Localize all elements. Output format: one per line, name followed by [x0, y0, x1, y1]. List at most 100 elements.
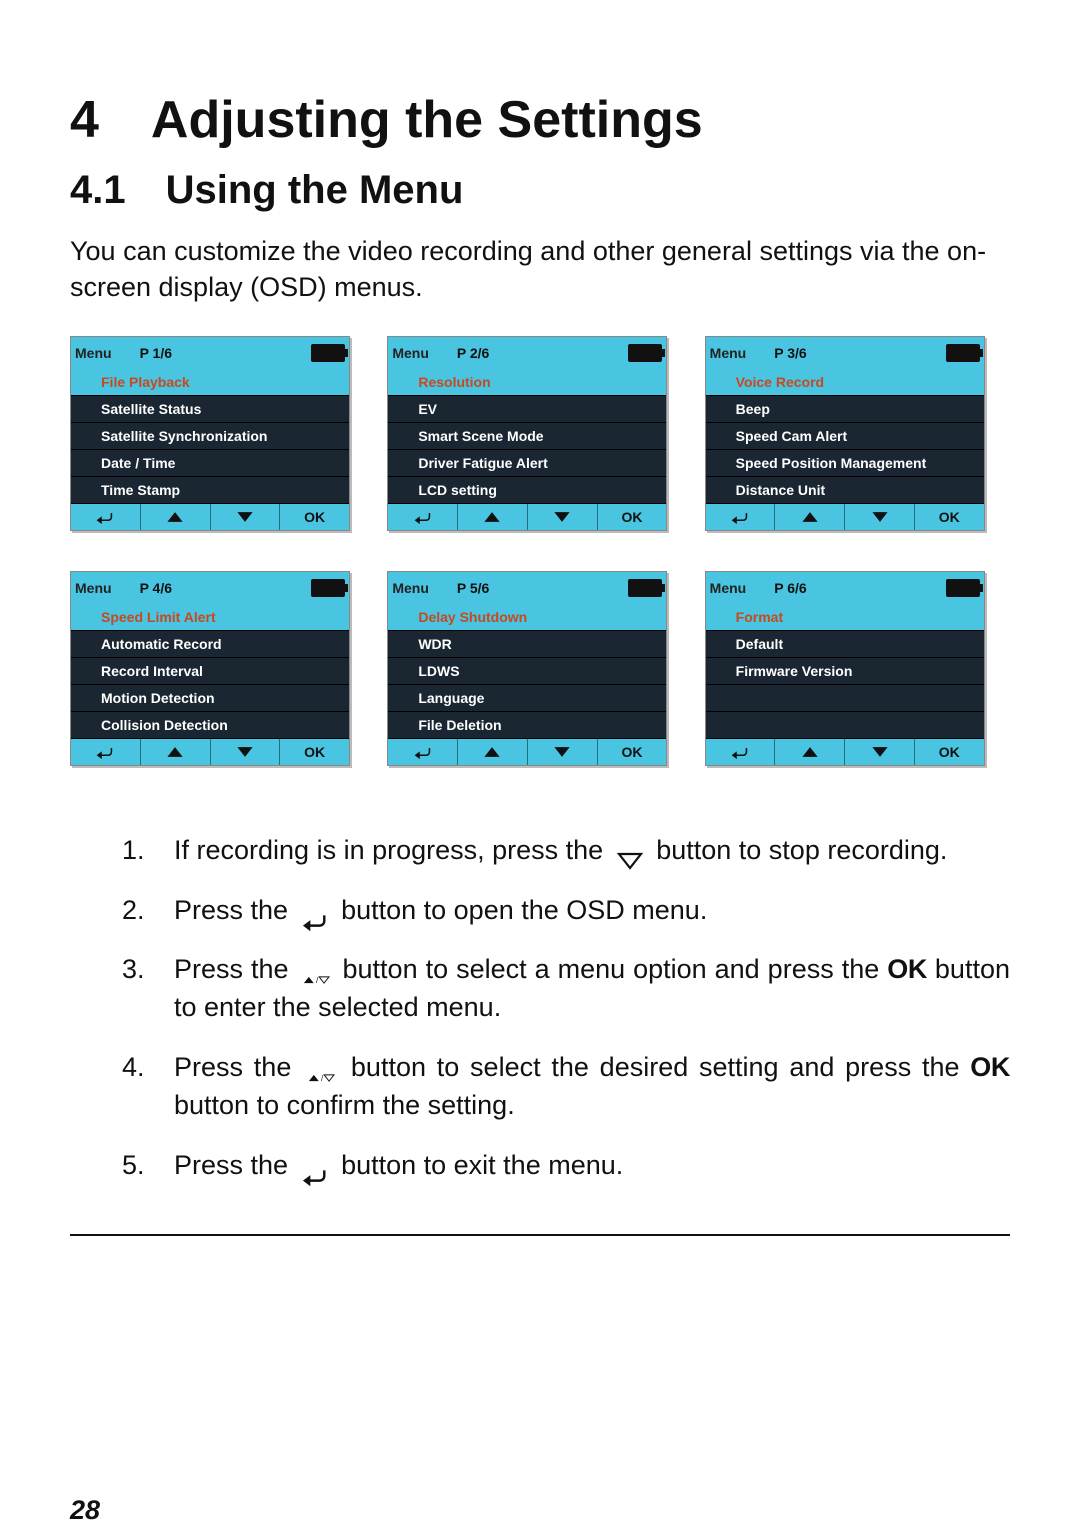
step-text: button to confirm the setting. — [174, 1090, 515, 1120]
menu-item-list: Voice RecordBeepSpeed Cam AlertSpeed Pos… — [706, 369, 984, 504]
menu-title-bar: MenuP 3/6 — [706, 337, 984, 369]
up-button[interactable] — [140, 739, 210, 765]
menu-item[interactable]: Date / Time — [71, 450, 349, 477]
battery-icon — [946, 344, 980, 362]
step-text: button to exit the menu. — [341, 1150, 623, 1180]
down-button[interactable] — [844, 504, 914, 530]
back-button[interactable] — [388, 504, 457, 530]
menu-item[interactable]: Satellite Status — [71, 396, 349, 423]
menu-item[interactable]: File Playback — [71, 369, 349, 396]
return-arrow-icon — [302, 903, 328, 921]
down-button[interactable] — [844, 739, 914, 765]
back-button[interactable] — [706, 504, 775, 530]
menu-item[interactable]: WDR — [388, 631, 666, 658]
menu-item-list: File PlaybackSatellite StatusSatellite S… — [71, 369, 349, 504]
menu-page-indicator: P 6/6 — [774, 580, 806, 596]
menu-item[interactable]: Distance Unit — [706, 477, 984, 504]
menu-title-label: Menu — [392, 580, 429, 596]
menu-item[interactable]: Motion Detection — [71, 685, 349, 712]
ok-button[interactable]: OK — [279, 504, 349, 530]
menu-item-list: Speed Limit AlertAutomatic RecordRecord … — [71, 604, 349, 739]
menu-item-list: FormatDefaultFirmware Version — [706, 604, 984, 739]
back-button[interactable] — [71, 739, 140, 765]
osd-menu-grid: MenuP 1/6File PlaybackSatellite StatusSa… — [70, 336, 1010, 766]
menu-title-bar: MenuP 5/6 — [388, 572, 666, 604]
ok-button[interactable]: OK — [914, 739, 984, 765]
menu-item[interactable]: File Deletion — [388, 712, 666, 739]
ok-button[interactable]: OK — [597, 504, 667, 530]
step-1: If recording is in progress, press the b… — [152, 832, 1010, 870]
step-text: button to select a menu option and press… — [343, 954, 888, 984]
menu-item[interactable] — [706, 685, 984, 712]
menu-footer-bar: OK — [706, 504, 984, 530]
osd-menu-screen: MenuP 3/6Voice RecordBeepSpeed Cam Alert… — [705, 336, 985, 531]
menu-item[interactable]: Delay Shutdown — [388, 604, 666, 631]
osd-menu-screen: MenuP 2/6ResolutionEVSmart Scene ModeDri… — [387, 336, 667, 531]
menu-item[interactable]: EV — [388, 396, 666, 423]
menu-item[interactable]: Speed Limit Alert — [71, 604, 349, 631]
up-button[interactable] — [140, 504, 210, 530]
step-4: Press the / button to select the desired… — [152, 1049, 1010, 1125]
step-text: button to open the OSD menu. — [341, 895, 707, 925]
menu-page-indicator: P 1/6 — [140, 345, 172, 361]
battery-icon — [628, 344, 662, 362]
instruction-list: If recording is in progress, press the b… — [70, 832, 1010, 1207]
back-button[interactable] — [388, 739, 457, 765]
ok-label: OK — [887, 954, 927, 984]
menu-item[interactable]: Firmware Version — [706, 658, 984, 685]
menu-item[interactable]: Speed Cam Alert — [706, 423, 984, 450]
step-text: Press the — [174, 1052, 302, 1082]
menu-item[interactable]: Time Stamp — [71, 477, 349, 504]
menu-item[interactable]: LDWS — [388, 658, 666, 685]
menu-footer-bar: OK — [71, 739, 349, 765]
osd-menu-screen: MenuP 1/6File PlaybackSatellite StatusSa… — [70, 336, 350, 531]
menu-item[interactable]: Record Interval — [71, 658, 349, 685]
menu-item[interactable] — [706, 712, 984, 739]
menu-title-bar: Menu P 6/6 — [706, 572, 984, 604]
menu-item[interactable]: Driver Fatigue Alert — [388, 450, 666, 477]
menu-item[interactable]: Speed Position Management — [706, 450, 984, 477]
menu-item[interactable]: Resolution — [388, 369, 666, 396]
up-button[interactable] — [774, 739, 844, 765]
step-text: If recording is in progress, press the — [174, 835, 611, 865]
svg-text:/: / — [316, 976, 319, 985]
ok-button[interactable]: OK — [597, 739, 667, 765]
down-button[interactable] — [210, 504, 280, 530]
battery-icon — [311, 344, 345, 362]
menu-item[interactable]: LCD setting — [388, 477, 666, 504]
menu-item[interactable]: Smart Scene Mode — [388, 423, 666, 450]
menu-item[interactable]: Automatic Record — [71, 631, 349, 658]
menu-title-label: Menu — [75, 580, 112, 596]
down-button[interactable] — [527, 504, 597, 530]
osd-menu-screen: MenuP 5/6Delay ShutdownWDRLDWSLanguageFi… — [387, 571, 667, 766]
menu-footer-bar: OK — [388, 504, 666, 530]
down-button[interactable] — [210, 739, 280, 765]
down-button[interactable] — [527, 739, 597, 765]
menu-item[interactable]: Collision Detection — [71, 712, 349, 739]
up-button[interactable] — [457, 739, 527, 765]
menu-item[interactable]: Format — [706, 604, 984, 631]
up-button[interactable] — [774, 504, 844, 530]
menu-title-label: Menu — [710, 345, 747, 361]
back-button[interactable] — [706, 739, 775, 765]
ok-button[interactable]: OK — [279, 739, 349, 765]
menu-item[interactable]: Satellite Synchronization — [71, 423, 349, 450]
menu-item[interactable]: Language — [388, 685, 666, 712]
step-text: Press the — [174, 895, 296, 925]
up-down-triangle-icon: / — [308, 1060, 334, 1078]
menu-title-label: Menu — [710, 580, 747, 596]
chapter-heading: 4 Adjusting the Settings — [70, 90, 1010, 150]
battery-icon — [628, 579, 662, 597]
step-2: Press the button to open the OSD menu. — [152, 892, 1010, 930]
up-down-triangle-icon: / — [303, 962, 329, 980]
back-button[interactable] — [71, 504, 140, 530]
menu-item[interactable]: Beep — [706, 396, 984, 423]
menu-footer-bar: OK — [71, 504, 349, 530]
intro-paragraph: You can customize the video recording an… — [70, 233, 1010, 306]
up-button[interactable] — [457, 504, 527, 530]
ok-button[interactable]: OK — [914, 504, 984, 530]
menu-item[interactable]: Default — [706, 631, 984, 658]
menu-item[interactable]: Voice Record — [706, 369, 984, 396]
menu-title-bar: MenuP 1/6 — [71, 337, 349, 369]
down-triangle-icon — [617, 843, 643, 861]
